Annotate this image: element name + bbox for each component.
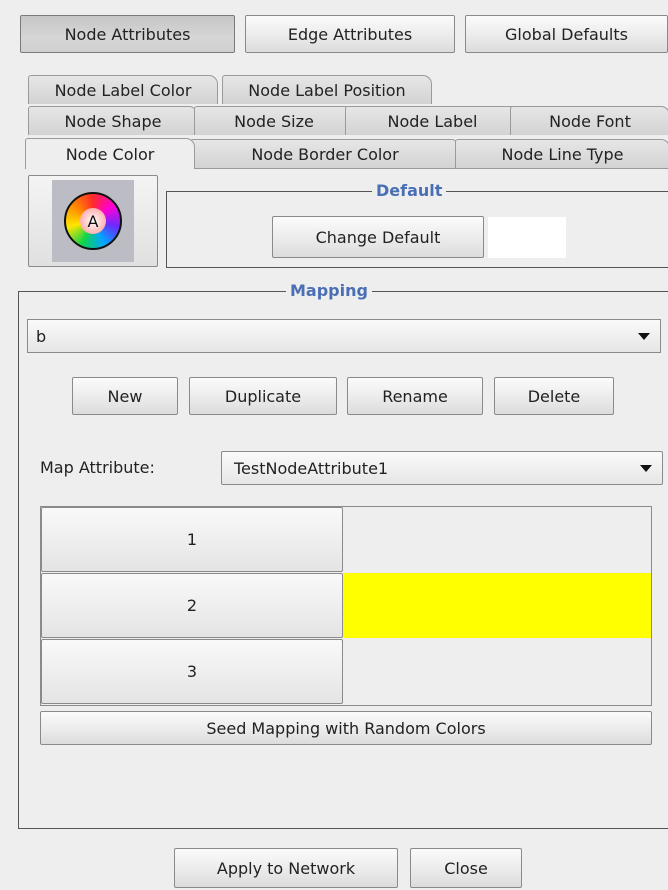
row-key-label: 2 (186, 596, 198, 615)
icon-backdrop: A (52, 180, 134, 262)
apply-to-network-button[interactable]: Apply to Network (174, 848, 398, 888)
tab-node-color[interactable]: Node Color (25, 138, 195, 169)
tab-node-border-color[interactable]: Node Border Color (190, 139, 460, 168)
mapping-select-value: b (36, 326, 47, 346)
tab-node-size[interactable]: Node Size (194, 106, 354, 135)
rename-mapping-button[interactable]: Rename (347, 377, 483, 415)
color-wheel-icon: A (64, 192, 122, 250)
default-title: Default (372, 180, 447, 202)
mapping-row-value-1[interactable] (343, 507, 651, 572)
node-color-icon-button[interactable]: A (28, 175, 158, 267)
map-attribute-select[interactable]: TestNodeAttribute1 (221, 451, 663, 485)
global-defaults-toggle[interactable]: Global Defaults (465, 15, 668, 53)
delete-mapping-button[interactable]: Delete (494, 377, 614, 415)
seed-random-colors-button[interactable]: Seed Mapping with Random Colors (40, 711, 652, 745)
mapping-row-value-2[interactable] (343, 573, 651, 638)
icon-letter: A (87, 211, 99, 231)
duplicate-mapping-button[interactable]: Duplicate (189, 377, 337, 415)
default-color-swatch (488, 217, 566, 258)
mapping-title: Mapping (286, 280, 372, 302)
mapping-row-key-2[interactable]: 2 (41, 573, 343, 638)
edge-attributes-toggle[interactable]: Edge Attributes (245, 15, 455, 53)
tab-node-line-type[interactable]: Node Line Type (455, 139, 668, 168)
tab-node-label-color[interactable]: Node Label Color (28, 75, 218, 104)
new-mapping-button[interactable]: New (72, 377, 178, 415)
chevron-down-icon (638, 333, 650, 340)
tab-node-label[interactable]: Node Label (345, 106, 520, 135)
mapping-row-key-3[interactable]: 3 (41, 639, 343, 704)
mapping-table: 1 2 3 (40, 506, 652, 706)
mapping-row-value-3[interactable] (343, 639, 651, 704)
change-default-button[interactable]: Change Default (272, 216, 484, 258)
color-wheel-center: A (80, 208, 106, 234)
row-key-label: 3 (186, 662, 198, 681)
mapping-row-key-1[interactable]: 1 (41, 507, 343, 572)
tab-node-shape[interactable]: Node Shape (28, 106, 198, 135)
tab-content-divider (195, 168, 668, 169)
map-attribute-label: Map Attribute: (40, 458, 155, 477)
mapping-select[interactable]: b (27, 319, 661, 353)
close-button[interactable]: Close (410, 848, 522, 888)
map-attribute-value: TestNodeAttribute1 (234, 458, 389, 478)
chevron-down-icon (640, 465, 652, 472)
row-key-label: 1 (186, 530, 198, 549)
node-attributes-toggle[interactable]: Node Attributes (20, 15, 235, 53)
tab-node-label-position[interactable]: Node Label Position (222, 75, 432, 104)
tab-node-font[interactable]: Node Font (510, 106, 668, 135)
